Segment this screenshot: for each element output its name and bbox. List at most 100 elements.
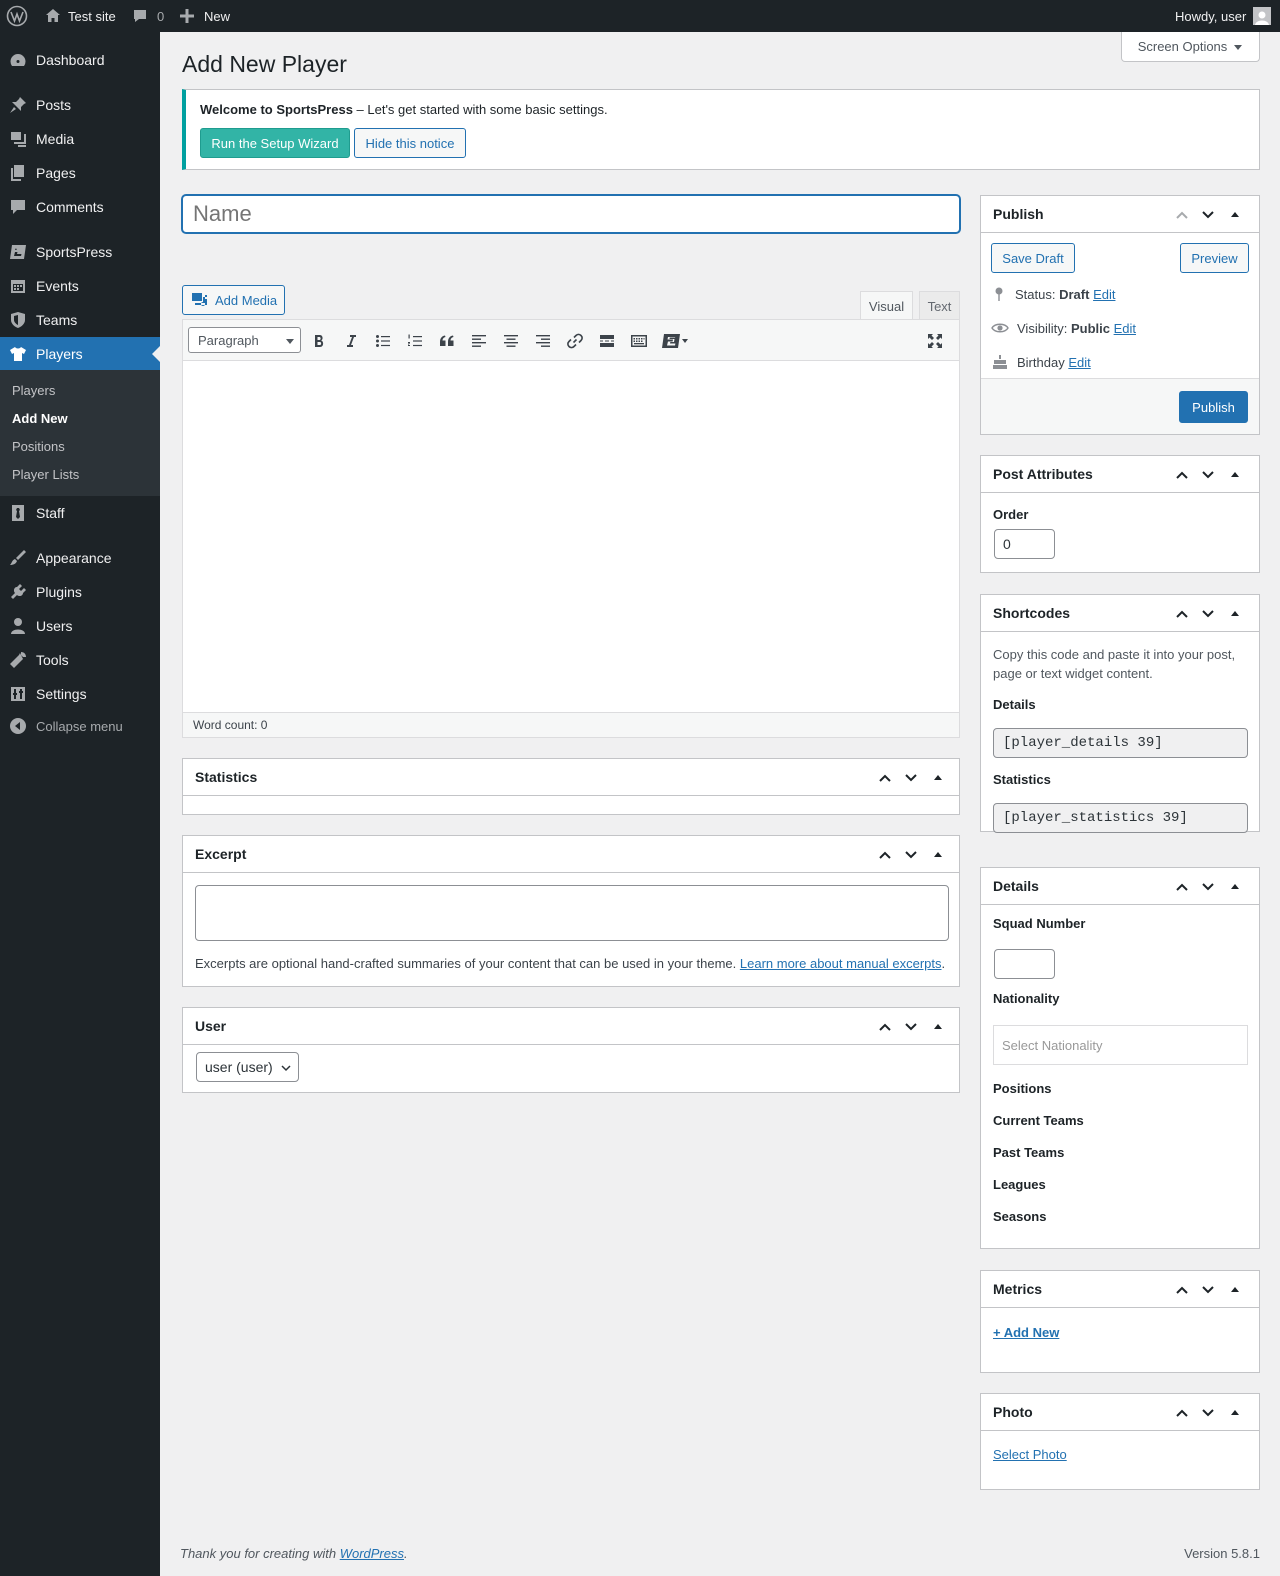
sidebar-item-users[interactable]: Users: [0, 609, 160, 643]
sidebar-item-tools[interactable]: Tools: [0, 643, 160, 677]
squad-number-input[interactable]: [994, 949, 1055, 979]
fullscreen-icon[interactable]: [923, 329, 947, 353]
move-up-icon[interactable]: [872, 836, 898, 873]
screen-options-button[interactable]: Screen Options: [1121, 32, 1260, 62]
submenu-players[interactable]: Players: [12, 383, 55, 398]
toggle-panel-icon[interactable]: [1222, 456, 1248, 493]
new-content-link[interactable]: New: [180, 0, 230, 32]
sidebar-item-appearance[interactable]: Appearance: [0, 541, 160, 575]
edit-visibility-link[interactable]: Edit: [1114, 321, 1136, 336]
account-menu[interactable]: Howdy, user: [1175, 0, 1272, 32]
pin-icon: [995, 287, 1003, 301]
align-center-icon[interactable]: [499, 329, 523, 353]
sidebar-item-events[interactable]: Events: [0, 269, 160, 303]
tie-icon: [0, 504, 36, 522]
move-up-icon[interactable]: [1169, 196, 1195, 233]
format-select[interactable]: Paragraph: [188, 327, 301, 353]
sidebar-item-media[interactable]: Media: [0, 122, 160, 156]
sidebar-item-pages[interactable]: Pages: [0, 156, 160, 190]
move-down-icon[interactable]: [1195, 868, 1221, 905]
tab-text[interactable]: Text: [919, 291, 960, 320]
move-up-icon[interactable]: [872, 759, 898, 796]
order-input[interactable]: 0: [994, 529, 1055, 559]
toggle-panel-icon[interactable]: [1222, 868, 1248, 905]
move-up-icon[interactable]: [1169, 1271, 1195, 1308]
align-left-icon[interactable]: [467, 329, 491, 353]
user-box-title[interactable]: User: [183, 1008, 959, 1045]
move-up-icon[interactable]: [872, 1008, 898, 1045]
publish-actions: Publish: [981, 378, 1259, 434]
submenu-player-lists[interactable]: Player Lists: [12, 467, 79, 482]
shortcode-details-label: Details: [993, 697, 1036, 712]
toggle-panel-icon[interactable]: [1222, 1271, 1248, 1308]
birthday-row: Birthday Edit: [991, 354, 1091, 370]
submenu-positions[interactable]: Positions: [12, 439, 65, 454]
move-down-icon[interactable]: [898, 1008, 924, 1045]
bulleted-list-icon[interactable]: [371, 329, 395, 353]
nationality-select[interactable]: Select Nationality: [993, 1025, 1248, 1065]
move-up-icon[interactable]: [1169, 595, 1195, 632]
toggle-panel-icon[interactable]: [1222, 196, 1248, 233]
edit-birthday-link[interactable]: Edit: [1068, 355, 1090, 370]
excerpt-box-title[interactable]: Excerpt: [183, 836, 959, 873]
site-home-link[interactable]: Test site: [44, 0, 116, 32]
italic-icon[interactable]: [339, 329, 363, 353]
move-up-icon[interactable]: [1169, 456, 1195, 493]
blockquote-icon[interactable]: [435, 329, 459, 353]
sportspress-shortcode-icon[interactable]: [659, 329, 691, 353]
comments-link[interactable]: 0: [132, 0, 164, 32]
run-setup-wizard-button[interactable]: Run the Setup Wizard: [200, 128, 350, 158]
publish-button[interactable]: Publish: [1179, 391, 1248, 423]
statistics-box-title[interactable]: Statistics: [183, 759, 959, 796]
collapse-menu-button[interactable]: Collapse menu: [0, 709, 160, 743]
wordpress-link[interactable]: WordPress: [340, 1546, 404, 1561]
preview-button[interactable]: Preview: [1180, 243, 1249, 273]
select-photo-link[interactable]: Select Photo: [993, 1447, 1067, 1462]
toggle-panel-icon[interactable]: [925, 836, 951, 873]
move-down-icon[interactable]: [898, 759, 924, 796]
save-draft-button[interactable]: Save Draft: [991, 243, 1075, 273]
move-up-icon[interactable]: [1169, 868, 1195, 905]
toolbar-toggle-icon[interactable]: [627, 329, 651, 353]
move-down-icon[interactable]: [1195, 1271, 1221, 1308]
move-down-icon[interactable]: [1195, 595, 1221, 632]
cake-icon: [993, 355, 1007, 369]
admin-bar: Test site 0 New Howdy, user: [0, 0, 1280, 32]
bold-icon[interactable]: [307, 329, 331, 353]
hide-notice-button[interactable]: Hide this notice: [354, 128, 466, 158]
sidebar-item-settings[interactable]: Settings: [0, 677, 160, 711]
sidebar-item-posts[interactable]: Posts: [0, 88, 160, 122]
sidebar-item-dashboard[interactable]: Dashboard: [0, 43, 160, 77]
move-up-icon[interactable]: [1169, 1394, 1195, 1431]
sidebar-item-comments[interactable]: Comments: [0, 190, 160, 224]
user-select[interactable]: user (user): [196, 1052, 299, 1082]
toggle-panel-icon[interactable]: [1222, 1394, 1248, 1431]
player-name-input[interactable]: [182, 195, 960, 233]
learn-more-excerpts-link[interactable]: Learn more about manual excerpts: [740, 956, 942, 971]
toggle-panel-icon[interactable]: [925, 1008, 951, 1045]
submenu-add-new[interactable]: Add New: [12, 411, 68, 426]
add-media-button[interactable]: Add Media: [182, 285, 285, 315]
link-icon[interactable]: [563, 329, 587, 353]
edit-status-link[interactable]: Edit: [1093, 287, 1115, 302]
sidebar-item-staff[interactable]: Staff: [0, 496, 160, 530]
move-down-icon[interactable]: [898, 836, 924, 873]
sidebar-item-teams[interactable]: Teams: [0, 303, 160, 337]
sidebar-item-plugins[interactable]: Plugins: [0, 575, 160, 609]
shortcode-statistics-field[interactable]: [player_statistics 39]: [993, 803, 1248, 833]
sidebar-item-sportspress[interactable]: SportsPress: [0, 235, 160, 269]
shortcode-details-field[interactable]: [player_details 39]: [993, 728, 1248, 758]
excerpt-textarea[interactable]: [195, 885, 949, 941]
wordpress-logo-icon[interactable]: [6, 0, 28, 32]
tab-visual[interactable]: Visual: [860, 291, 913, 320]
sidebar-item-players[interactable]: Players: [0, 337, 160, 371]
numbered-list-icon[interactable]: [403, 329, 427, 353]
add-new-metric-link[interactable]: + Add New: [993, 1325, 1059, 1340]
toggle-panel-icon[interactable]: [1222, 595, 1248, 632]
move-down-icon[interactable]: [1195, 196, 1221, 233]
move-down-icon[interactable]: [1195, 1394, 1221, 1431]
read-more-icon[interactable]: [595, 329, 619, 353]
toggle-panel-icon[interactable]: [925, 759, 951, 796]
move-down-icon[interactable]: [1195, 456, 1221, 493]
align-right-icon[interactable]: [531, 329, 555, 353]
